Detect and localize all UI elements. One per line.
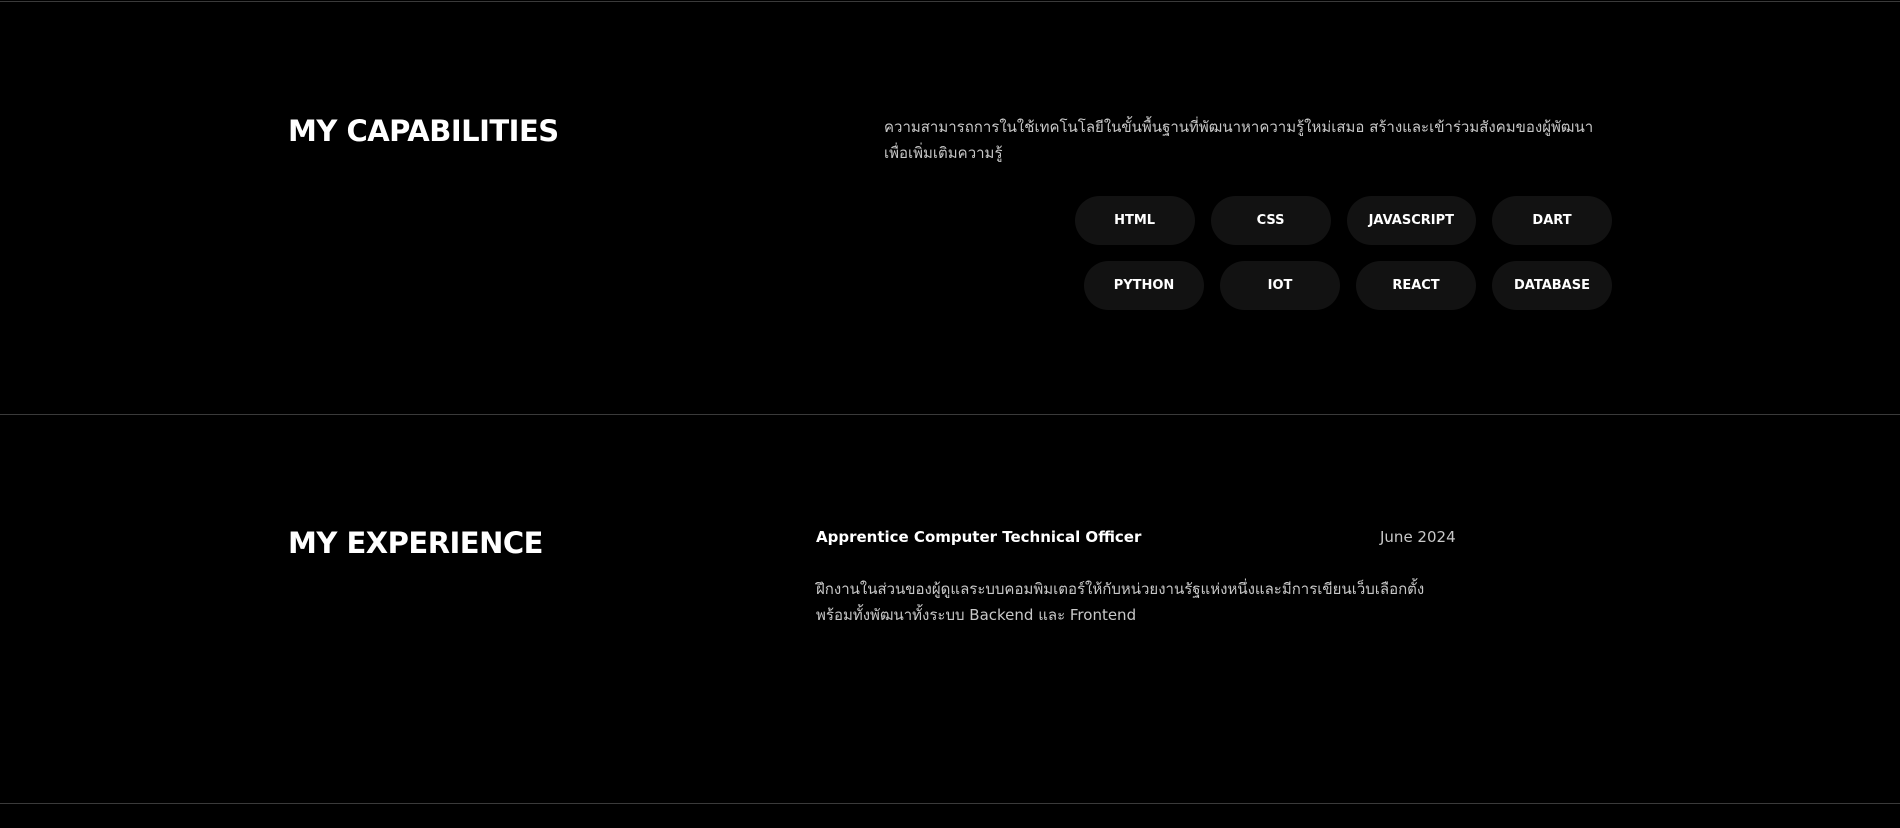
skill-pill-database[interactable]: DATABASE bbox=[1492, 261, 1612, 310]
experience-role: Apprentice Computer Technical Officer bbox=[816, 528, 1142, 546]
skill-pill-html[interactable]: HTML bbox=[1074, 196, 1195, 245]
skill-pill-css[interactable]: CSS bbox=[1210, 196, 1331, 245]
capabilities-title: MY CAPABILITIES bbox=[288, 114, 559, 148]
section-divider bbox=[0, 414, 1900, 415]
bottom-divider bbox=[0, 803, 1900, 804]
top-divider bbox=[0, 1, 1900, 2]
skills-list: HTML CSS JAVASCRIPT DART PYTHON IOT REAC… bbox=[1040, 196, 1612, 310]
experience-title: MY EXPERIENCE bbox=[288, 526, 543, 560]
experience-date: June 2024 bbox=[1380, 528, 1456, 546]
skill-pill-react[interactable]: REACT bbox=[1356, 261, 1476, 310]
skill-pill-javascript[interactable]: JAVASCRIPT bbox=[1346, 196, 1476, 245]
skill-pill-python[interactable]: PYTHON bbox=[1084, 261, 1204, 310]
skill-pill-dart[interactable]: DART bbox=[1492, 196, 1612, 245]
capabilities-description: ความสามารถการในใช้เทคโนโลยีในขั้นพื้นฐาน… bbox=[884, 118, 1594, 162]
experience-description: ฝึกงานในส่วนของผู้ดูแลระบบคอมพิมเตอร์ให้… bbox=[816, 580, 1425, 624]
skill-pill-iot[interactable]: IOT bbox=[1220, 261, 1340, 310]
